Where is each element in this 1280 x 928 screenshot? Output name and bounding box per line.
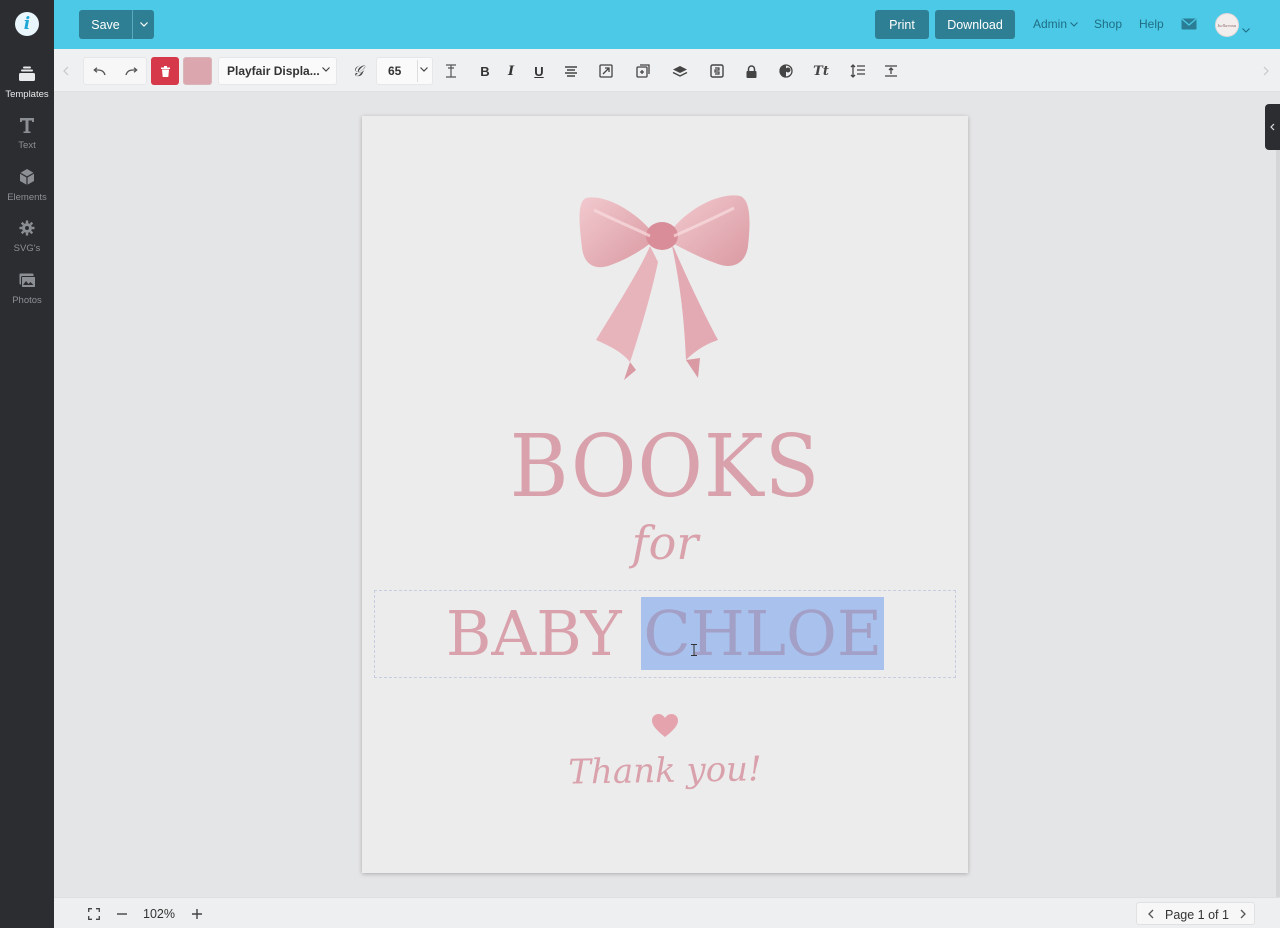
page-navigator: Page 1 of 1: [1136, 902, 1255, 925]
page-indicator: Page 1 of 1: [1165, 908, 1229, 922]
baby-text: BABY: [445, 597, 622, 670]
image-replace-icon[interactable]: [703, 57, 731, 85]
print-button[interactable]: Print: [875, 10, 929, 39]
sidebar-item-templates[interactable]: Templates: [0, 63, 54, 109]
panel-toggle-button[interactable]: [1265, 104, 1280, 150]
heart-icon: [652, 714, 678, 737]
text-cursor-icon: [691, 644, 697, 656]
duplicate-icon[interactable]: [629, 57, 657, 85]
bow-illustration: [579, 195, 750, 380]
chevron-down-icon[interactable]: [1242, 20, 1250, 38]
sidebar-item-label: Templates: [5, 89, 49, 100]
download-button[interactable]: Download: [935, 10, 1015, 39]
chevron-left-icon: [1270, 123, 1275, 131]
sidebar-item-elements[interactable]: Elements: [0, 166, 54, 212]
selected-name-text: CHLOE: [641, 597, 885, 670]
redo-icon[interactable]: [117, 57, 145, 85]
chevron-down-icon: [322, 67, 330, 72]
resize-icon[interactable]: [592, 57, 620, 85]
top-bar: Save Print Download Admin Shop Help bell…: [54, 0, 1280, 49]
undo-icon[interactable]: [85, 57, 113, 85]
text-color-swatch[interactable]: [183, 57, 212, 85]
for-script-text[interactable]: for: [362, 520, 968, 566]
admin-menu-label: Admin: [1033, 17, 1068, 31]
scroll-right-icon[interactable]: [1254, 57, 1278, 85]
templates-icon: [18, 63, 36, 85]
vertical-align-icon[interactable]: [877, 57, 905, 85]
mail-icon[interactable]: [1181, 17, 1197, 35]
chevron-down-icon: [139, 22, 148, 27]
chevron-down-icon: [1070, 21, 1078, 27]
opacity-icon[interactable]: [772, 57, 800, 85]
shop-link[interactable]: Shop: [1094, 17, 1122, 31]
font-size-input[interactable]: 65: [376, 57, 433, 85]
chevron-down-icon: [420, 67, 428, 72]
delete-button[interactable]: [151, 57, 179, 85]
align-center-icon[interactable]: [557, 57, 585, 85]
font-size-value: 65: [388, 64, 402, 78]
books-heading[interactable]: BOOKS: [383, 424, 947, 510]
underline-icon[interactable]: U: [525, 57, 553, 85]
next-page-icon[interactable]: [1229, 900, 1257, 928]
design-page[interactable]: BOOKS for BABY CHLOE Thank you!: [362, 116, 968, 873]
save-button-group: Save: [79, 10, 154, 39]
text-icon: [18, 114, 36, 136]
fullscreen-icon[interactable]: [80, 900, 108, 928]
sidebar-item-label: Text: [18, 140, 36, 151]
trash-icon: [160, 65, 170, 77]
baby-name-text[interactable]: BABY CHLOE: [362, 596, 968, 672]
left-sidebar: i Templates Text Elements SVG's Photos: [0, 0, 54, 928]
sidebar-item-text[interactable]: Text: [0, 114, 54, 160]
vertical-scrollbar[interactable]: [1276, 150, 1280, 898]
formatting-toolbar: Playfair Displa... 𝒢 65 B I U Tt: [54, 49, 1280, 92]
admin-menu[interactable]: Admin: [1033, 17, 1078, 31]
photos-icon: [19, 269, 36, 291]
font-family-value: Playfair Displa...: [227, 64, 320, 78]
app-logo[interactable]: i: [15, 12, 39, 36]
layers-icon[interactable]: [666, 57, 694, 85]
bold-icon[interactable]: B: [471, 57, 499, 85]
sidebar-item-photos[interactable]: Photos: [0, 269, 54, 315]
lock-icon[interactable]: [737, 57, 765, 85]
zoom-in-icon[interactable]: [183, 900, 211, 928]
help-link[interactable]: Help: [1139, 17, 1164, 31]
svgs-icon: [19, 217, 35, 239]
letter-spacing-icon[interactable]: [437, 57, 465, 85]
app-logo-letter: i: [23, 13, 31, 34]
elements-icon: [19, 166, 35, 188]
zoom-out-icon[interactable]: [108, 900, 136, 928]
text-transform-icon[interactable]: Tt: [807, 57, 835, 85]
font-style-icon[interactable]: 𝒢: [344, 57, 372, 85]
italic-icon[interactable]: I: [497, 57, 525, 85]
save-button[interactable]: Save: [79, 10, 133, 39]
previous-page-icon[interactable]: [1137, 900, 1165, 928]
sidebar-item-label: Elements: [7, 192, 47, 203]
avatar[interactable]: bellarosa: [1215, 13, 1239, 37]
font-family-select[interactable]: Playfair Displa...: [218, 57, 337, 85]
thank-you-text[interactable]: Thank you!: [362, 749, 968, 794]
divider: [417, 60, 418, 82]
scroll-left-icon[interactable]: [54, 57, 78, 85]
sidebar-item-label: SVG's: [13, 243, 41, 254]
bottom-bar: 102% Page 1 of 1: [54, 897, 1280, 928]
zoom-level[interactable]: 102%: [143, 907, 175, 921]
sidebar-item-label: Photos: [12, 295, 42, 306]
sidebar-item-svgs[interactable]: SVG's: [0, 217, 54, 263]
line-height-icon[interactable]: [843, 57, 871, 85]
save-options-button[interactable]: [133, 10, 154, 39]
